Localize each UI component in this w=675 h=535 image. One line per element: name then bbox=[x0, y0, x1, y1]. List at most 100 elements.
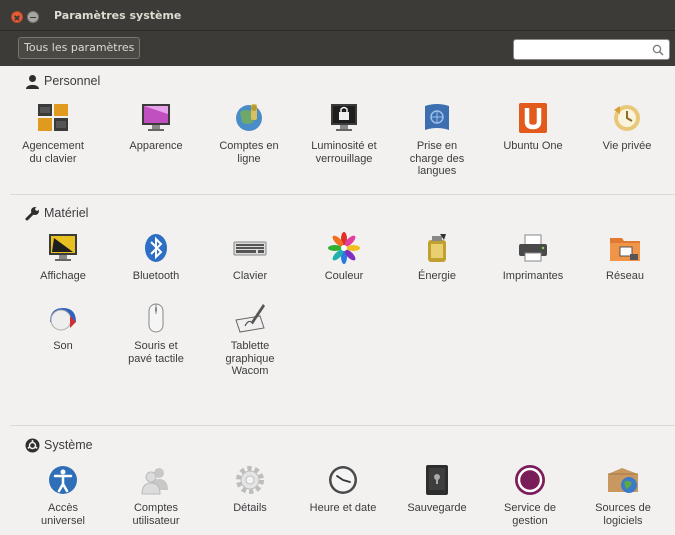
item-sauvegarde[interactable]: Sauvegarde bbox=[389, 464, 485, 515]
item-comptes-utilisateur[interactable]: Comptes utilisateur bbox=[108, 464, 204, 527]
user-accounts-icon bbox=[141, 468, 168, 495]
item-heure-date[interactable]: Heure et date bbox=[295, 464, 391, 515]
appearance-icon bbox=[142, 104, 170, 131]
section-divider bbox=[10, 194, 675, 195]
network-icon bbox=[610, 238, 640, 261]
display-icon bbox=[49, 234, 77, 261]
bluetooth-icon bbox=[145, 234, 167, 262]
item-label-line: langues bbox=[417, 165, 457, 177]
item-label-line: Wacom bbox=[231, 365, 269, 377]
item-label-line: Tablette bbox=[230, 340, 270, 352]
item-vie-privee[interactable]: Vie privée bbox=[579, 102, 675, 153]
settings-panel: Personnel Matériel Système Agencement du… bbox=[0, 66, 675, 535]
item-imprimantes[interactable]: Imprimantes bbox=[485, 232, 581, 283]
brightness-lock-icon bbox=[331, 104, 357, 131]
item-label-line: Couleur bbox=[324, 270, 364, 282]
item-energie[interactable]: Énergie bbox=[389, 232, 485, 283]
section-divider bbox=[10, 425, 675, 426]
item-bluetooth[interactable]: Bluetooth bbox=[108, 232, 204, 283]
person-icon bbox=[26, 75, 39, 89]
item-label-line: verrouillage bbox=[315, 152, 373, 165]
item-label-line: ligne bbox=[237, 152, 261, 165]
item-label-line: utilisateur bbox=[132, 514, 180, 527]
window-title: Paramètres système bbox=[54, 9, 182, 22]
item-label-line: Imprimantes bbox=[502, 270, 564, 282]
online-accounts-icon bbox=[236, 104, 262, 131]
item-label-line: Clavier bbox=[232, 270, 268, 282]
clock-icon bbox=[329, 466, 357, 494]
item-label-line: Apparence bbox=[129, 140, 183, 152]
item-label-line: gestion bbox=[512, 514, 548, 527]
item-service-gestion[interactable]: Service de gestion bbox=[482, 464, 578, 527]
close-window-button[interactable] bbox=[11, 11, 23, 23]
item-label-line: Comptes en bbox=[219, 140, 279, 152]
item-details[interactable]: Détails bbox=[202, 464, 298, 515]
backup-safe-icon bbox=[426, 465, 448, 495]
item-label-line: Son bbox=[53, 340, 73, 352]
item-label-line: Ubuntu One bbox=[503, 140, 563, 152]
privacy-icon bbox=[614, 105, 640, 131]
mouse-icon bbox=[148, 303, 164, 333]
item-ubuntu-one[interactable]: Ubuntu One bbox=[485, 102, 581, 153]
item-label-line: Agencement bbox=[22, 140, 84, 152]
management-service-icon bbox=[515, 465, 545, 495]
color-icon bbox=[328, 232, 360, 264]
item-label-line: Luminosité et bbox=[311, 140, 377, 152]
search-icon[interactable] bbox=[652, 44, 664, 56]
item-label-line: graphique bbox=[225, 352, 275, 365]
item-acces-universel[interactable]: Accès universel bbox=[15, 464, 111, 527]
item-son[interactable]: Son bbox=[15, 302, 111, 353]
item-label-line: Bluetooth bbox=[132, 270, 180, 282]
item-label-line: du clavier bbox=[29, 152, 77, 165]
item-couleur[interactable]: Couleur bbox=[296, 232, 392, 283]
toolbar: Tous les paramètres bbox=[0, 31, 675, 66]
language-support-icon bbox=[425, 104, 449, 130]
item-label-line: charge des bbox=[409, 152, 465, 165]
item-wacom[interactable]: Tablette graphique Wacom bbox=[202, 302, 298, 378]
item-label-line: Sources de bbox=[595, 502, 651, 514]
item-label-line: Accès bbox=[48, 502, 78, 514]
item-label-line: Énergie bbox=[418, 270, 456, 282]
item-souris[interactable]: Souris et pavé tactile bbox=[108, 302, 204, 365]
item-label-line: Détails bbox=[233, 502, 267, 514]
item-affichage[interactable]: Affichage bbox=[15, 232, 111, 283]
item-reseau[interactable]: Réseau bbox=[577, 232, 673, 283]
details-gear-icon bbox=[236, 466, 264, 494]
power-icon bbox=[428, 234, 446, 262]
keyboard-layout-icon bbox=[38, 104, 68, 131]
keyboard-icon bbox=[233, 241, 267, 256]
item-luminosite[interactable]: Luminosité et verrouillage bbox=[296, 102, 392, 165]
item-label-line: pavé tactile bbox=[128, 352, 184, 365]
tablet-icon bbox=[235, 304, 265, 333]
minimize-window-button[interactable] bbox=[27, 11, 39, 23]
item-label-line: Vie privée bbox=[602, 140, 652, 152]
item-label-line: Prise en bbox=[416, 140, 458, 152]
item-label-line: logiciels bbox=[603, 514, 643, 527]
wrench-icon bbox=[25, 207, 39, 221]
printer-icon bbox=[519, 234, 547, 262]
item-label-line: Service de bbox=[504, 502, 556, 514]
search-input[interactable] bbox=[518, 42, 648, 58]
item-label-line: Sauvegarde bbox=[407, 502, 467, 514]
item-apparence[interactable]: Apparence bbox=[108, 102, 204, 153]
universal-access-icon bbox=[49, 466, 77, 494]
software-sources-icon bbox=[608, 468, 638, 493]
section-title: Système bbox=[44, 438, 93, 452]
item-label-line: Affichage bbox=[40, 270, 86, 282]
item-label-line: universel bbox=[40, 514, 86, 527]
item-comptes-en-ligne[interactable]: Comptes en ligne bbox=[201, 102, 297, 165]
item-label-line: Comptes bbox=[133, 502, 179, 514]
search-box[interactable] bbox=[513, 39, 670, 60]
title-bar: Paramètres système bbox=[0, 0, 675, 31]
section-title: Personnel bbox=[44, 74, 101, 88]
item-sources-logiciels[interactable]: Sources de logiciels bbox=[575, 464, 671, 527]
section-title: Matériel bbox=[44, 206, 89, 220]
item-clavier[interactable]: Clavier bbox=[202, 232, 298, 283]
item-label-line: Souris et bbox=[134, 340, 178, 352]
item-langues[interactable]: Prise en charge des langues bbox=[389, 102, 485, 178]
all-settings-button[interactable]: Tous les paramètres bbox=[18, 37, 141, 59]
sound-icon bbox=[50, 308, 76, 331]
item-label-line: Réseau bbox=[606, 270, 644, 282]
ubuntu-one-icon bbox=[519, 103, 547, 133]
item-agencement[interactable]: Agencement du clavier bbox=[5, 102, 101, 165]
